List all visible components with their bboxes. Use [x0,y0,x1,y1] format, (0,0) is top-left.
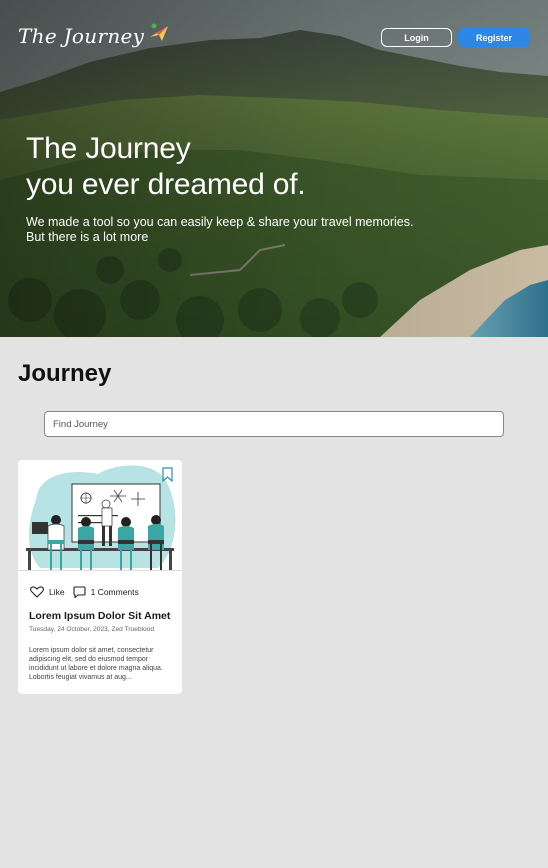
card-title[interactable]: Lorem Ipsum Dolor Sit Amet [29,610,170,622]
section-title: Journey [18,360,112,387]
hero-banner: The Journey Login Register The Journey y… [0,0,548,337]
hero-subtitle: We made a tool so you can easily keep & … [26,215,413,245]
card-actions: Like 1 Comments [30,586,147,598]
hero-title-line2: you ever dreamed of. [26,168,306,201]
card-illustration [18,465,182,571]
bookmark-icon[interactable] [162,467,173,482]
search-input[interactable] [44,411,504,437]
login-button[interactable]: Login [381,28,452,47]
like-button[interactable]: Like [30,586,65,598]
comments-button[interactable]: 1 Comments [73,586,139,598]
logo-text: The Journey [18,24,145,48]
heart-icon [30,586,44,598]
journey-card[interactable]: Like 1 Comments Lorem Ipsum Dolor Sit Am… [18,460,182,694]
comment-icon [73,586,86,598]
hero-subtitle-line1: We made a tool so you can easily keep & … [26,215,414,229]
hero-title: The Journey you ever dreamed of. [26,131,306,203]
hero-title-line1: The Journey [26,132,191,165]
card-date-author: Tuesday, 24 October, 2023, Zed Trueblood [29,626,154,633]
card-excerpt: Lorem ipsum dolor sit amet, consectetur … [29,647,163,681]
like-label: Like [49,587,65,597]
logo-plane-icon [150,23,169,41]
register-button[interactable]: Register [458,28,530,47]
hero-subtitle-line2: But there is a lot more [26,230,149,244]
site-logo[interactable]: The Journey [18,18,170,54]
comments-label: 1 Comments [90,587,139,597]
